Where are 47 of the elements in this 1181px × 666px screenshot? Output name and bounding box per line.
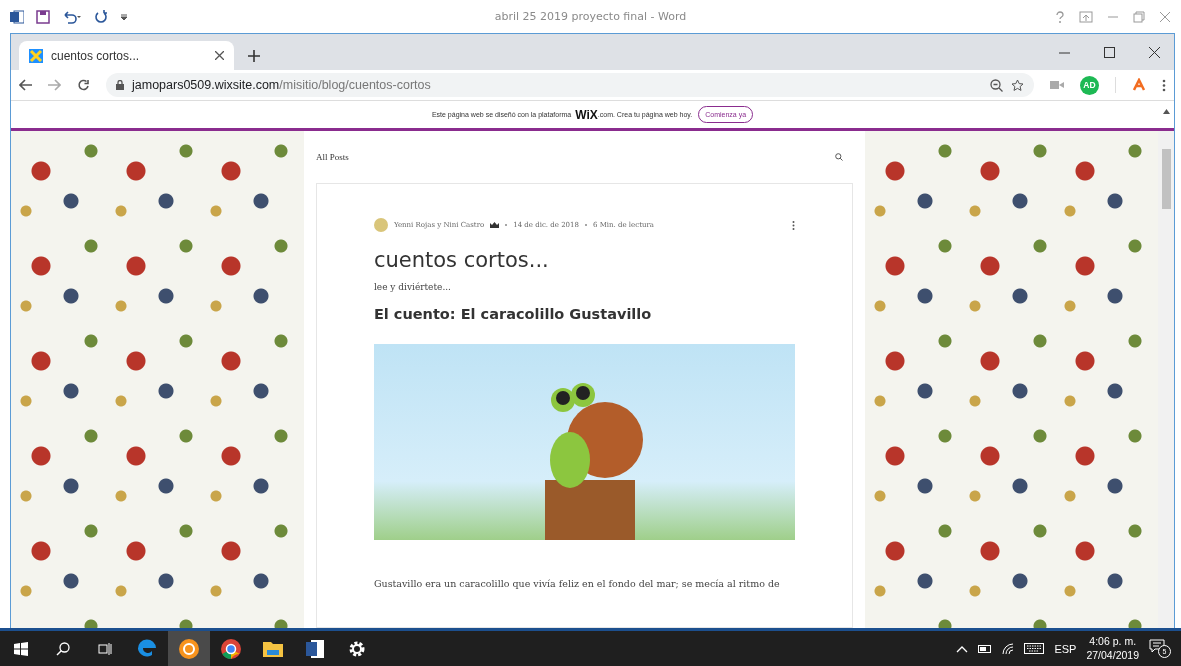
- help-icon[interactable]: [1055, 10, 1065, 23]
- new-tab-icon[interactable]: [248, 50, 260, 62]
- url-text: jamopars0509.wixsite.com/misitio/blog/cuentos-cortos: [132, 78, 431, 92]
- menu-icon[interactable]: [1162, 78, 1166, 92]
- word-icon[interactable]: [10, 9, 24, 24]
- lock-icon: [116, 80, 124, 90]
- search-icon[interactable]: [56, 641, 70, 656]
- chrome-icon: [219, 636, 243, 661]
- crown-icon: [490, 222, 500, 228]
- windows-start-icon[interactable]: [14, 641, 28, 656]
- site-favicon-icon: [29, 48, 43, 63]
- clock[interactable]: 4:06 p. m. 27/04/2019: [1086, 634, 1139, 663]
- redo-icon[interactable]: [94, 9, 108, 24]
- scrollbar[interactable]: [1158, 131, 1174, 628]
- search-icon[interactable]: [835, 153, 844, 161]
- extension-icon[interactable]: [1132, 78, 1146, 92]
- customize-icon[interactable]: [120, 11, 128, 22]
- story-paragraph: Gustavillo era un caracolillo que vivía feliz en el fondo del mar; se mecía al ritmo de: [373, 578, 781, 589]
- ribbon-options-icon[interactable]: [1079, 10, 1093, 23]
- chevron-up-icon[interactable]: [956, 644, 969, 653]
- zoom-out-icon[interactable]: [990, 78, 1003, 92]
- scroll-up-icon[interactable]: [1163, 109, 1170, 114]
- story-heading: El cuento: El caracolillo Gustavillo: [373, 306, 653, 322]
- save-icon[interactable]: [36, 9, 50, 24]
- wifi-icon[interactable]: [1002, 642, 1015, 655]
- keyboard-icon[interactable]: [1024, 643, 1045, 654]
- task-view-icon[interactable]: [98, 641, 112, 656]
- post-title: cuentos cortos...: [373, 248, 550, 272]
- battery-icon[interactable]: [978, 644, 993, 653]
- window-title: abril 25 2019 proyecto final - Word: [493, 10, 688, 23]
- wix-logo: WiX: [575, 107, 598, 122]
- browser-tab[interactable]: cuentos cortos...: [19, 41, 234, 70]
- all-posts-link[interactable]: All Posts: [315, 152, 349, 162]
- address-bar[interactable]: jamopars0509.wixsite.com/misitio/blog/cuentos-cortos: [106, 73, 1034, 97]
- reload-icon[interactable]: [77, 78, 90, 92]
- close-icon[interactable]: [1149, 46, 1160, 58]
- language-indicator[interactable]: ESP: [1054, 642, 1077, 655]
- ring-app-taskbar-button[interactable]: [168, 631, 210, 666]
- undo-icon[interactable]: [62, 9, 82, 24]
- avatar-icon: [373, 218, 388, 232]
- post-subtitle: lee y diviértete...: [373, 282, 452, 292]
- star-icon[interactable]: [1011, 78, 1024, 92]
- back-icon[interactable]: [19, 79, 32, 91]
- ring-app-icon: [177, 636, 201, 661]
- close-tab-icon[interactable]: [215, 51, 224, 60]
- maximize-icon[interactable]: [1104, 46, 1115, 58]
- more-options-icon[interactable]: [792, 220, 796, 230]
